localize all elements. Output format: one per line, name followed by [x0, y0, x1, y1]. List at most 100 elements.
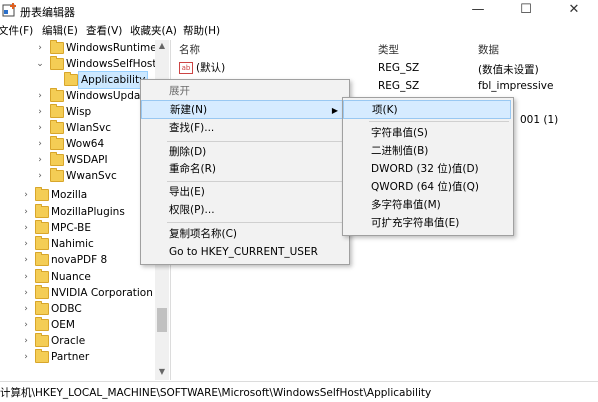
column-header-data[interactable]: 数据 [478, 42, 499, 57]
tree-item-label: ODBC [51, 303, 82, 315]
folder-icon [35, 204, 49, 218]
tree-item[interactable]: › MozillaPlugins [0, 204, 155, 220]
expand-arrow-icon[interactable]: › [36, 120, 44, 136]
expand-arrow-icon[interactable]: › [36, 88, 44, 104]
scroll-up-arrow-icon[interactable]: ▲ [155, 40, 169, 52]
expand-arrow-icon[interactable]: › [36, 104, 44, 120]
tree-item-label: Wisp [66, 106, 92, 118]
menu-item-new[interactable]: 新建(N) ▶ [141, 100, 347, 119]
tree-item[interactable]: › MPC-BE [0, 220, 155, 236]
tree-item[interactable]: › WindowsUpdat [0, 88, 155, 104]
regedit-app-icon [2, 2, 18, 18]
submenu-item-binary-value[interactable]: 二进制值(B) [343, 142, 511, 161]
tree-item[interactable]: › OEM [0, 317, 155, 333]
submenu-item-key[interactable]: 项(K) [343, 100, 511, 119]
menu-edit[interactable]: 编辑(E) [42, 23, 78, 38]
folder-icon [50, 136, 64, 150]
column-header-name[interactable]: 名称 [179, 42, 200, 57]
tree-item-label: WSDAPI [66, 154, 108, 166]
tree-item[interactable]: › novaPDF 8 [0, 252, 155, 268]
folder-icon [35, 236, 49, 250]
folder-icon [35, 269, 49, 283]
registry-editor-window: 册表编辑器 — ☐ ✕ 文件(F) 编辑(E) 查看(V) 收藏夹(A) 帮助(… [0, 0, 598, 402]
menu-favorites[interactable]: 收藏夹(A) [130, 23, 177, 38]
tree-item-label: MozillaPlugins [51, 206, 125, 218]
submenu-item-dword-value[interactable]: DWORD (32 位)值(D) [343, 160, 511, 179]
tree-item[interactable]: › Oracle [0, 333, 155, 349]
new-submenu: 项(K) 字符串值(S) 二进制值(B) DWORD (32 位)值(D) QW… [342, 97, 514, 236]
menu-item-rename[interactable]: 重命名(R) [141, 160, 347, 179]
tree-item[interactable]: › WlanSvc [0, 120, 155, 136]
expand-arrow-icon[interactable]: › [36, 40, 44, 56]
menu-item-expand[interactable]: 展开 [141, 82, 347, 101]
expand-arrow-icon[interactable]: › [22, 333, 30, 349]
expand-arrow-icon[interactable]: › [22, 252, 30, 268]
menu-item-label: 新建(N) [170, 104, 208, 116]
folder-icon [50, 168, 64, 182]
expand-arrow-icon[interactable]: › [22, 236, 30, 252]
tree-item-label: novaPDF 8 [51, 254, 108, 266]
expand-arrow-icon[interactable]: › [36, 136, 44, 152]
folder-icon [64, 72, 78, 86]
value-name: (默认) [196, 62, 226, 74]
tree-item-label: Mozilla [51, 189, 88, 201]
expand-arrow-icon[interactable]: › [22, 220, 30, 236]
menu-item-permissions[interactable]: 权限(P)... [141, 201, 347, 220]
tree-item-label: Oracle [51, 335, 86, 347]
tree-item[interactable]: › WwanSvc [0, 168, 155, 184]
menu-help[interactable]: 帮助(H) [183, 23, 220, 38]
expand-arrow-icon[interactable]: › [36, 152, 44, 168]
folder-icon [35, 317, 49, 331]
menu-file[interactable]: 文件(F) [0, 23, 33, 38]
scroll-down-arrow-icon[interactable]: ▼ [155, 366, 169, 378]
expand-arrow-icon[interactable]: › [22, 187, 30, 203]
expand-arrow-icon[interactable]: › [22, 301, 30, 317]
folder-icon [50, 104, 64, 118]
submenu-item-string-value[interactable]: 字符串值(S) [343, 124, 511, 143]
submenu-item-multi-string-value[interactable]: 多字符串值(M) [343, 196, 511, 215]
column-header-type[interactable]: 类型 [378, 42, 399, 57]
folder-icon [50, 88, 64, 102]
expand-arrow-icon[interactable]: › [22, 269, 30, 285]
close-button[interactable]: ✕ [558, 0, 590, 20]
tree-item[interactable]: › Nahimic [0, 236, 155, 252]
value-type: REG_SZ [378, 62, 420, 74]
maximize-button[interactable]: ☐ [510, 0, 542, 20]
tree-item[interactable]: › Partner [0, 349, 155, 365]
tree-item-label: OEM [51, 319, 75, 331]
status-path: 计算机\HKEY_LOCAL_MACHINE\SOFTWARE\Microsof… [0, 387, 432, 399]
menu-bar: 文件(F) 编辑(E) 查看(V) 收藏夹(A) 帮助(H) [0, 22, 598, 39]
tree-item[interactable]: › Mozilla [0, 187, 155, 203]
status-bar: 计算机\HKEY_LOCAL_MACHINE\SOFTWARE\Microsof… [0, 381, 598, 402]
submenu-item-expandable-string-value[interactable]: 可扩充字符串值(E) [343, 214, 511, 233]
value-type: REG_SZ [378, 80, 420, 92]
tree-item[interactable]: › WindowsRuntime [0, 40, 157, 56]
menu-separator [167, 141, 343, 142]
tree-item-selected[interactable]: Applicability [0, 71, 155, 89]
value-row-default[interactable]: ab (默认) [179, 60, 225, 75]
tree-item-label: WindowsRuntime [66, 42, 157, 54]
menu-separator [167, 222, 343, 223]
expand-arrow-icon[interactable]: › [22, 349, 30, 365]
tree-item[interactable]: › NVIDIA Corporation [0, 285, 155, 301]
tree-item[interactable]: › Nuance [0, 269, 155, 285]
expand-arrow-icon[interactable]: › [22, 204, 30, 220]
tree-item[interactable]: › Wisp [0, 104, 155, 120]
tree-item[interactable]: › ODBC [0, 301, 155, 317]
tree-item[interactable]: ⌄ WindowsSelfHost [0, 56, 157, 72]
expand-arrow-icon[interactable]: › [36, 168, 44, 184]
tree-item[interactable]: › Wow64 [0, 136, 155, 152]
expand-arrow-icon[interactable]: › [22, 285, 30, 301]
menu-item-find[interactable]: 查找(F)... [141, 119, 347, 138]
submenu-item-qword-value[interactable]: QWORD (64 位)值(Q) [343, 178, 511, 197]
scrollbar-thumb[interactable] [157, 308, 167, 332]
menu-item-goto-hkcu[interactable]: Go to HKEY_CURRENT_USER [141, 243, 347, 262]
string-value-icon: ab [179, 62, 193, 74]
collapse-arrow-icon[interactable]: ⌄ [36, 56, 44, 72]
minimize-button[interactable]: — [462, 0, 494, 20]
menu-item-export[interactable]: 导出(E) [141, 183, 347, 202]
menu-item-copy-key-name[interactable]: 复制项名称(C) [141, 225, 347, 244]
tree-item[interactable]: › WSDAPI [0, 152, 155, 168]
expand-arrow-icon[interactable]: › [22, 317, 30, 333]
menu-view[interactable]: 查看(V) [86, 23, 122, 38]
